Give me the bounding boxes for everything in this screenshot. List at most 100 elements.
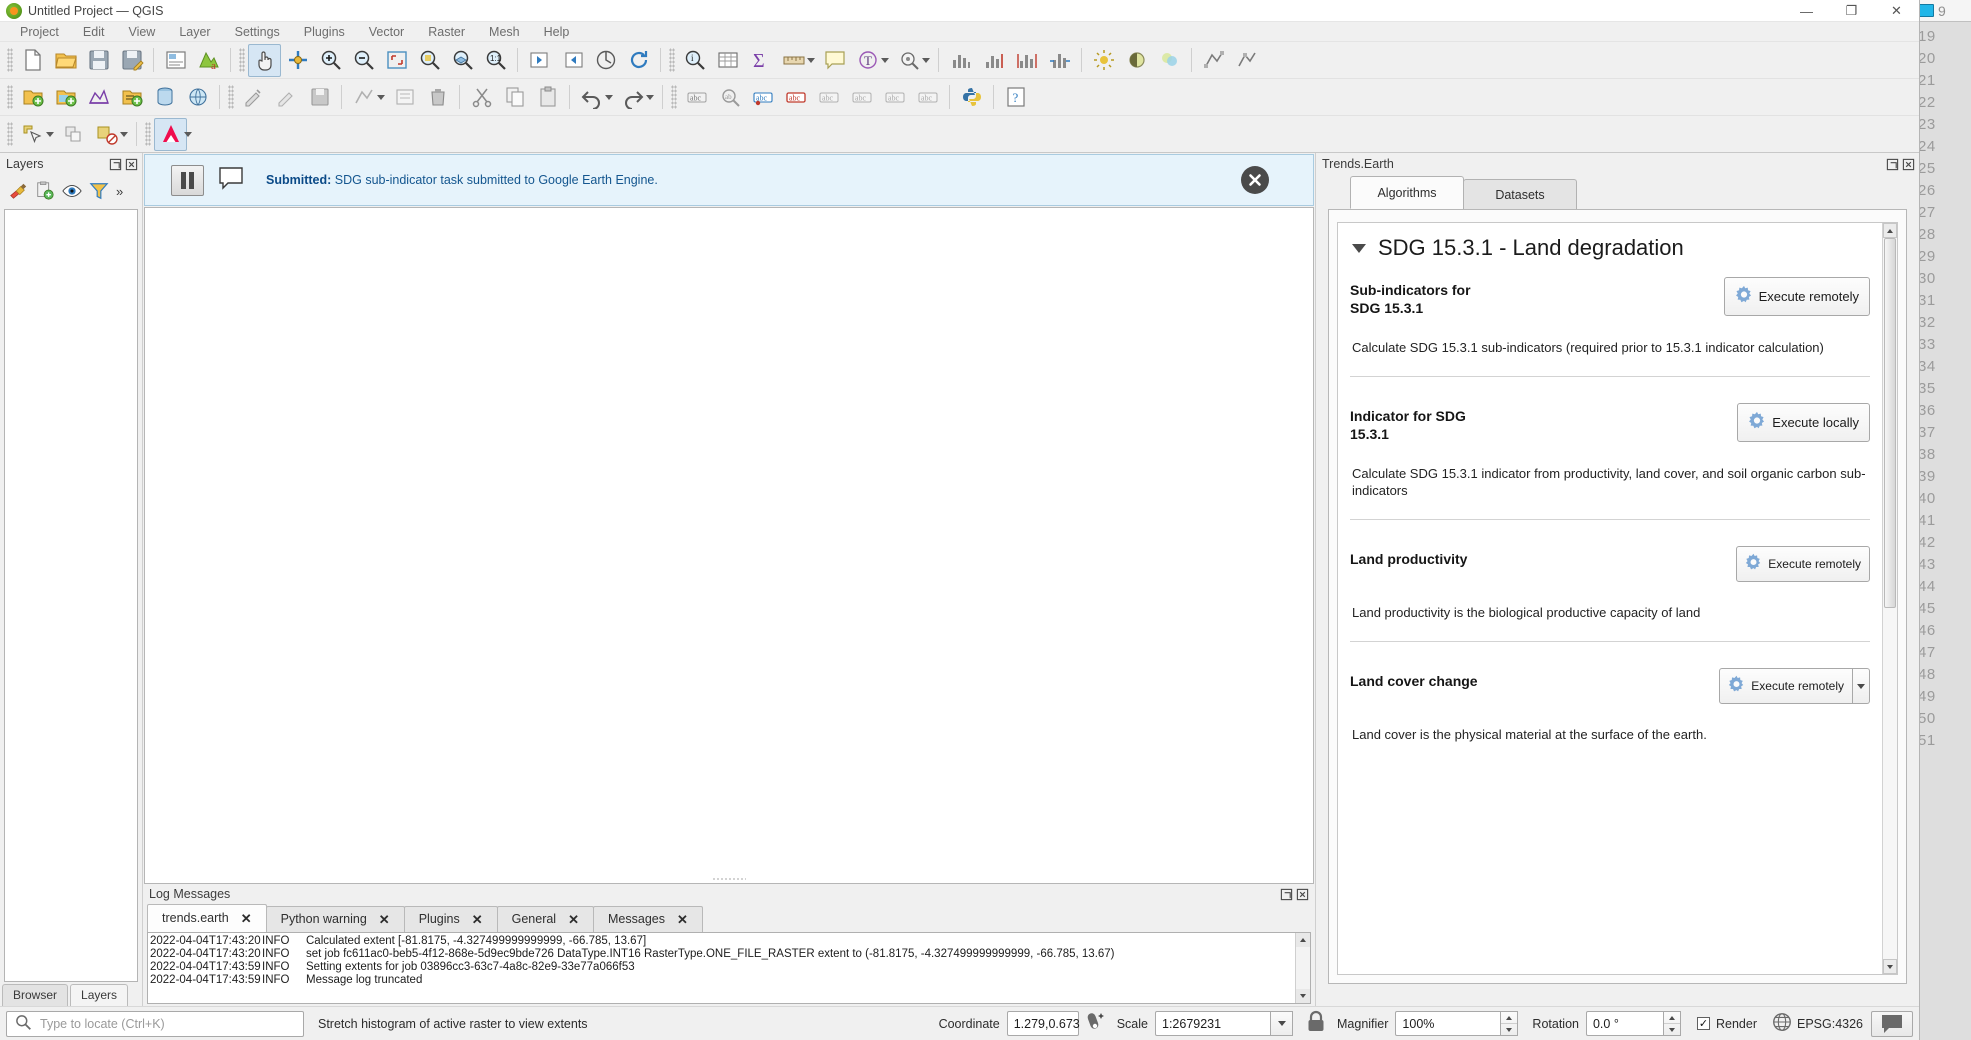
cut-features-icon[interactable] xyxy=(465,81,498,114)
add-feature-caret[interactable] xyxy=(377,94,385,100)
tab-layers[interactable]: Layers xyxy=(70,984,129,1006)
execute-remotely-button[interactable]: Execute remotely xyxy=(1723,277,1870,316)
style-manager-icon[interactable]: a xyxy=(192,44,225,77)
scroll-up-icon[interactable] xyxy=(1296,933,1310,947)
render-checkbox[interactable]: ✓ xyxy=(1696,1017,1710,1030)
add-delimited-text-layer-icon[interactable] xyxy=(115,81,148,114)
dock-float-icon[interactable] xyxy=(1886,158,1899,171)
scroll-down-icon[interactable] xyxy=(1296,989,1310,1003)
open-project-icon[interactable] xyxy=(49,44,82,77)
modify-attributes-icon[interactable] xyxy=(388,81,421,114)
stepper-up-icon[interactable] xyxy=(1501,1012,1518,1024)
add-vector-layer-icon[interactable] xyxy=(16,81,49,114)
undo-caret[interactable] xyxy=(605,94,613,100)
filter-legend-icon[interactable] xyxy=(89,181,109,201)
rotation-field[interactable]: 0.0 ° xyxy=(1585,1011,1664,1036)
message-log-icon[interactable] xyxy=(1871,1010,1913,1037)
menu-item-edit[interactable]: Edit xyxy=(71,22,117,42)
open-layer-styling-panel-icon[interactable] xyxy=(8,181,28,201)
raster-saturation-icon[interactable] xyxy=(1153,44,1186,77)
triangle-down-icon[interactable] xyxy=(1352,243,1366,253)
menu-item-settings[interactable]: Settings xyxy=(223,22,292,42)
stepper-up-icon[interactable] xyxy=(1663,1012,1680,1024)
identify-features-icon[interactable]: i xyxy=(678,44,711,77)
menu-item-plugins[interactable]: Plugins xyxy=(292,22,357,42)
canvas-splitter-handle[interactable] xyxy=(712,877,746,881)
annotation-dropdown-caret[interactable] xyxy=(881,57,889,63)
toolbar-grip[interactable] xyxy=(7,48,13,72)
scroll-track[interactable] xyxy=(1883,238,1897,959)
histogram-stretch-local-icon[interactable] xyxy=(1043,44,1076,77)
new-text-annotation-icon[interactable]: T xyxy=(851,44,884,77)
speech-bubble-icon[interactable] xyxy=(218,166,244,195)
add-wms-layer-icon[interactable] xyxy=(181,81,214,114)
zoom-in-icon[interactable] xyxy=(314,44,347,77)
algorithms-vertical-scrollbar[interactable] xyxy=(1882,223,1897,974)
crs-selector[interactable]: EPSG:4326 xyxy=(1771,1011,1863,1036)
bookmarks-dropdown-caret[interactable] xyxy=(922,57,930,63)
histogram-icon[interactable] xyxy=(944,44,977,77)
scroll-down-icon[interactable] xyxy=(1883,959,1897,974)
toolbar-grip[interactable] xyxy=(239,48,245,72)
scroll-thumb[interactable] xyxy=(1884,238,1896,608)
delete-selected-icon[interactable] xyxy=(421,81,454,114)
stepper-down-icon[interactable] xyxy=(1501,1024,1517,1035)
rotation-stepper[interactable] xyxy=(1663,1011,1681,1036)
show-map-tips-icon[interactable] xyxy=(818,44,851,77)
select-expression-caret[interactable] xyxy=(120,131,128,137)
zoom-next-icon[interactable] xyxy=(556,44,589,77)
toolbar-grip[interactable] xyxy=(671,85,677,109)
close-icon[interactable]: ✕ xyxy=(379,913,390,926)
vertex-tool-all-icon[interactable] xyxy=(1230,44,1263,77)
statistical-summary-icon[interactable]: Σ xyxy=(744,44,777,77)
zoom-to-layer-icon[interactable] xyxy=(446,44,479,77)
open-attribute-table-icon[interactable] xyxy=(711,44,744,77)
dock-close-icon[interactable] xyxy=(125,158,138,171)
log-tab-general[interactable]: General ✕ xyxy=(496,906,594,932)
scale-combo[interactable]: 1:2679231 xyxy=(1155,1011,1293,1036)
chevron-down-icon[interactable] xyxy=(1271,1011,1293,1036)
tab-algorithms[interactable]: Algorithms xyxy=(1350,176,1464,209)
pan-map-icon[interactable] xyxy=(248,43,281,77)
vertex-tool-icon[interactable] xyxy=(1197,44,1230,77)
rotate-label-icon[interactable]: abc xyxy=(845,81,878,114)
dock-float-icon[interactable] xyxy=(109,158,122,171)
pause-icon[interactable] xyxy=(171,164,204,196)
new-print-layout-icon[interactable] xyxy=(159,44,192,77)
scroll-up-icon[interactable] xyxy=(1883,223,1897,238)
stepper-down-icon[interactable] xyxy=(1664,1024,1680,1035)
toolbar-grip[interactable] xyxy=(669,48,675,72)
zoom-out-icon[interactable] xyxy=(347,44,380,77)
locator-widget[interactable]: Type to locate (Ctrl+K) xyxy=(6,1010,304,1037)
pin-labels-icon[interactable]: abc xyxy=(746,81,779,114)
paste-features-icon[interactable] xyxy=(531,81,564,114)
change-label-icon[interactable]: abc xyxy=(878,81,911,114)
map-tips-icon[interactable] xyxy=(589,44,622,77)
map-canvas[interactable] xyxy=(144,207,1314,884)
tab-browser[interactable]: Browser xyxy=(2,984,69,1006)
toolbar-grip[interactable] xyxy=(7,122,13,146)
menu-item-view[interactable]: View xyxy=(116,22,167,42)
zoom-last-icon[interactable] xyxy=(523,44,556,77)
save-project-icon[interactable] xyxy=(82,44,115,77)
menu-item-raster[interactable]: Raster xyxy=(416,22,477,42)
minimize-button[interactable]: — xyxy=(1784,0,1829,22)
manage-layer-visibility-icon[interactable] xyxy=(62,181,82,201)
histogram-stretch-icon[interactable] xyxy=(977,44,1010,77)
menu-item-mesh[interactable]: Mesh xyxy=(477,22,532,42)
save-edits-icon[interactable] xyxy=(303,81,336,114)
undo-icon[interactable] xyxy=(575,81,608,114)
redo-caret[interactable] xyxy=(646,94,654,100)
add-group-icon[interactable] xyxy=(35,181,55,201)
trends-earth-caret[interactable] xyxy=(184,131,192,137)
select-by-expression-icon[interactable] xyxy=(90,118,123,151)
close-icon[interactable]: ✕ xyxy=(472,913,483,926)
redo-icon[interactable] xyxy=(616,81,649,114)
render-toggle[interactable]: ✓ Render xyxy=(1696,1017,1757,1031)
deselect-features-icon[interactable] xyxy=(57,118,90,151)
show-hide-labels-icon[interactable]: abc xyxy=(779,81,812,114)
python-console-icon[interactable] xyxy=(955,81,988,114)
expand-more-icon[interactable]: » xyxy=(116,184,123,199)
close-button[interactable]: ✕ xyxy=(1874,0,1919,22)
magnifier-stepper[interactable] xyxy=(1501,1011,1519,1036)
